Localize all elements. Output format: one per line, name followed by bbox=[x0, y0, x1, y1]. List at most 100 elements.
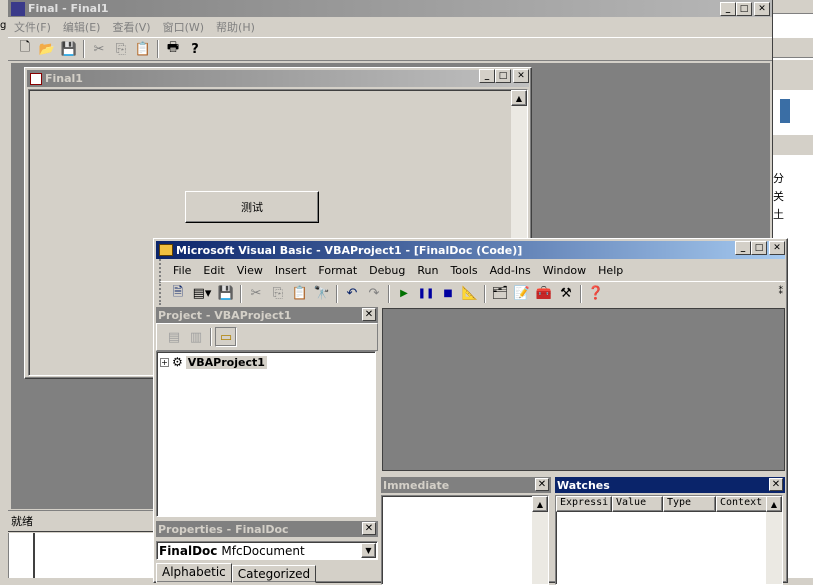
view-code-icon[interactable]: ▤ bbox=[163, 327, 185, 347]
menu-edit[interactable]: 编辑(E) bbox=[57, 19, 107, 35]
object-browser-icon[interactable]: 🧰 bbox=[533, 284, 555, 304]
col-type[interactable]: Type bbox=[663, 496, 716, 512]
col-context[interactable]: Context bbox=[716, 496, 768, 512]
vb-title-bar[interactable]: Microsoft Visual Basic - VBAProject1 - [… bbox=[156, 241, 785, 259]
properties-pane: Properties - FinalDoc ✕ FinalDoc MfcDocu… bbox=[156, 521, 378, 583]
vb-minimize-icon[interactable]: _ bbox=[735, 241, 751, 255]
new-file-icon[interactable]: 🗋 bbox=[14, 39, 36, 59]
redo-icon[interactable]: ↷ bbox=[363, 284, 385, 304]
insert-module-icon[interactable]: ▤▾ bbox=[189, 284, 215, 304]
scroll-up-icon[interactable]: ▲ bbox=[511, 90, 527, 106]
vb-menubar: File Edit View Insert Format Debug Run T… bbox=[159, 259, 785, 281]
project-pane-title-bar[interactable]: Project - VBAProject1 ✕ bbox=[156, 307, 378, 323]
bg-side-text: 分 关 土 bbox=[773, 172, 784, 221]
design-mode-icon[interactable]: 📐 bbox=[459, 284, 481, 304]
watches-pane-title-bar[interactable]: Watches ✕ bbox=[555, 477, 785, 493]
combo-dropdown-icon[interactable]: ▼ bbox=[361, 543, 376, 558]
vb-close-icon[interactable]: ✕ bbox=[769, 241, 785, 255]
object-name: FinalDoc bbox=[159, 543, 218, 558]
status-text: 就绪 bbox=[11, 515, 33, 528]
open-folder-icon[interactable]: 📂 bbox=[36, 39, 58, 59]
tab-alphabetic[interactable]: Alphabetic bbox=[156, 563, 232, 583]
vb-menu-addins[interactable]: Add-Ins bbox=[484, 264, 537, 277]
toolbox-icon[interactable]: ⚒ bbox=[555, 284, 577, 304]
immediate-input[interactable]: ▲ bbox=[381, 495, 549, 585]
vb-menu-debug[interactable]: Debug bbox=[363, 264, 411, 277]
child-minimize-icon[interactable]: _ bbox=[479, 69, 495, 83]
menu-help[interactable]: 帮助(H) bbox=[210, 19, 261, 35]
expand-icon[interactable]: + bbox=[160, 357, 169, 367]
print-icon[interactable]: 🖶 bbox=[162, 39, 184, 59]
project-pane: Project - VBAProject1 ✕ ▤ ▥ ▭ + ⚙ VBAPro… bbox=[156, 307, 378, 517]
toolbar-options-icon[interactable]: ⁑ bbox=[779, 287, 784, 297]
immediate-scroll-up-icon[interactable]: ▲ bbox=[532, 496, 548, 512]
menu-window[interactable]: 窗口(W) bbox=[157, 19, 210, 35]
toggle-folders-icon[interactable]: ▭ bbox=[215, 327, 237, 347]
vb-menu-insert[interactable]: Insert bbox=[269, 264, 313, 277]
child-close-icon[interactable]: ✕ bbox=[513, 69, 529, 83]
col-expression[interactable]: Expressi bbox=[556, 496, 612, 512]
app-icon bbox=[11, 1, 25, 16]
tree-node[interactable]: + ⚙ VBAProject1 bbox=[160, 355, 372, 369]
watches-vscrollbar[interactable]: ▲ bbox=[766, 496, 782, 584]
vb-cut-icon[interactable]: ✂ bbox=[245, 284, 267, 304]
vb-menu-tools[interactable]: Tools bbox=[444, 264, 483, 277]
vb-maximize-icon[interactable]: □ bbox=[751, 241, 767, 255]
object-combo[interactable]: FinalDoc MfcDocument ▼ bbox=[156, 541, 378, 560]
col-value[interactable]: Value bbox=[612, 496, 663, 512]
tree-root-label[interactable]: VBAProject1 bbox=[185, 355, 267, 369]
watches-header: Expressi Value Type Context bbox=[556, 496, 782, 512]
main-title: Final - Final1 bbox=[28, 2, 109, 15]
properties-window-icon[interactable]: 📝 bbox=[511, 284, 533, 304]
tab-categorized[interactable]: Categorized bbox=[231, 565, 317, 583]
vb-menu-view[interactable]: View bbox=[231, 264, 269, 277]
copy-icon[interactable]: ⎘ bbox=[110, 39, 132, 59]
stop-icon[interactable]: ■ bbox=[437, 284, 459, 304]
minimize-icon[interactable]: _ bbox=[720, 2, 736, 16]
child-title-bar[interactable]: Final1 _ □ ✕ bbox=[27, 69, 529, 87]
vb-help-icon[interactable]: ❓ bbox=[585, 284, 607, 304]
menu-file[interactable]: 文件(F) bbox=[8, 19, 57, 35]
menu-view[interactable]: 查看(V) bbox=[106, 19, 156, 35]
vb-menu-format[interactable]: Format bbox=[312, 264, 363, 277]
vb-menu-file[interactable]: File bbox=[167, 264, 197, 277]
vb-window: Microsoft Visual Basic - VBAProject1 - [… bbox=[153, 238, 788, 585]
run-icon[interactable]: ▶ bbox=[393, 284, 415, 304]
vb-menu-help[interactable]: Help bbox=[592, 264, 629, 277]
watches-scroll-up-icon[interactable]: ▲ bbox=[766, 496, 782, 512]
immediate-pane-close-icon[interactable]: ✕ bbox=[535, 478, 549, 491]
project-explorer-icon[interactable]: 🗂 bbox=[489, 284, 511, 304]
vb-menu-window[interactable]: Window bbox=[537, 264, 592, 277]
immediate-vscrollbar[interactable]: ▲ bbox=[532, 496, 548, 584]
view-object-pane-icon[interactable]: ▥ bbox=[185, 327, 207, 347]
vb-save-icon[interactable]: 💾 bbox=[215, 284, 237, 304]
bg-toolbar-handle[interactable] bbox=[779, 98, 791, 124]
properties-pane-title-bar[interactable]: Properties - FinalDoc ✕ bbox=[156, 521, 378, 537]
vb-copy-icon[interactable]: ⎘ bbox=[267, 284, 289, 304]
vb-toolbar: 🗎 ▤▾ 💾 ✂ ⎘ 📋 🔭 ↶ ↷ ▶ ❚❚ ■ 📐 🗂 📝 🧰 ⚒ ❓ ⁑ bbox=[159, 281, 785, 305]
project-pane-close-icon[interactable]: ✕ bbox=[362, 308, 376, 321]
vb-menu-edit[interactable]: Edit bbox=[197, 264, 230, 277]
test-button[interactable]: 测试 bbox=[185, 191, 319, 223]
immediate-pane-title-bar[interactable]: Immediate ✕ bbox=[381, 477, 551, 493]
left-edge-text: g bbox=[0, 20, 7, 31]
vb-paste-icon[interactable]: 📋 bbox=[289, 284, 311, 304]
properties-pane-close-icon[interactable]: ✕ bbox=[362, 522, 376, 535]
view-object-icon[interactable]: 🗎 bbox=[167, 284, 189, 304]
code-area bbox=[382, 308, 785, 471]
child-maximize-icon[interactable]: □ bbox=[495, 69, 511, 83]
maximize-icon[interactable]: □ bbox=[736, 2, 752, 16]
paste-icon[interactable]: 📋 bbox=[132, 39, 154, 59]
cut-icon[interactable]: ✂ bbox=[88, 39, 110, 59]
watches-pane-close-icon[interactable]: ✕ bbox=[769, 478, 783, 491]
save-icon[interactable]: 💾 bbox=[58, 39, 80, 59]
close-icon[interactable]: ✕ bbox=[754, 2, 770, 16]
main-title-bar[interactable]: Final - Final1 _ □ ✕ bbox=[8, 0, 772, 17]
help-icon[interactable]: ? bbox=[184, 39, 206, 59]
find-icon[interactable]: 🔭 bbox=[311, 284, 333, 304]
project-pane-toolbar: ▤ ▥ ▭ bbox=[156, 323, 378, 351]
pause-icon[interactable]: ❚❚ bbox=[415, 284, 437, 304]
immediate-pane: Immediate ✕ ▲ bbox=[381, 477, 551, 585]
vb-menu-run[interactable]: Run bbox=[411, 264, 444, 277]
undo-icon[interactable]: ↶ bbox=[341, 284, 363, 304]
